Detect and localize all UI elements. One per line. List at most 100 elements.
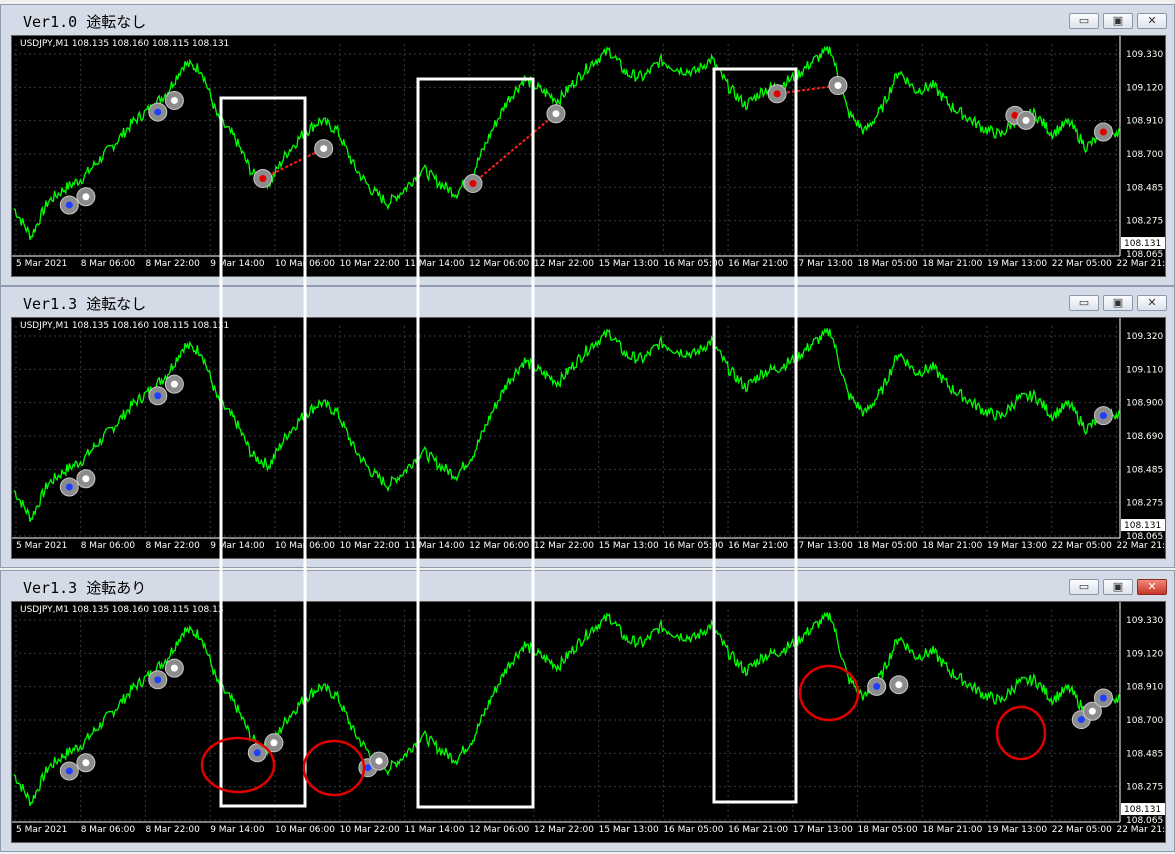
trade-marker-dot: [320, 145, 328, 153]
trade-marker-dot: [170, 96, 178, 104]
time-label: 12 Mar 06:00: [469, 825, 529, 835]
trade-marker-dot: [154, 676, 162, 684]
time-label: 10 Mar 22:00: [340, 259, 400, 269]
time-label: 10 Mar 06:00: [275, 541, 335, 551]
restore-button[interactable]: ▣: [1103, 295, 1133, 311]
price-line: [13, 611, 1121, 807]
trade-marker-dot: [1099, 694, 1107, 702]
time-label: 22 Mar 05:00: [1052, 825, 1112, 835]
trade-marker-dot: [259, 174, 267, 182]
price-label: 108.700: [1126, 150, 1163, 160]
trade-marker-dot: [65, 483, 73, 491]
time-label: 22 Mar 05:00: [1052, 541, 1112, 551]
window-title: Ver1.0 途転なし: [23, 13, 147, 31]
close-button[interactable]: ✕: [1137, 295, 1167, 311]
trade-marker-dot: [154, 108, 162, 116]
price-label: 108.910: [1126, 117, 1163, 127]
time-label: 9 Mar 14:00: [210, 259, 265, 269]
price-label: 109.110: [1126, 365, 1163, 375]
time-label: 9 Mar 14:00: [210, 825, 265, 835]
trade-marker-dot: [82, 193, 90, 201]
time-label: 22 Mar 21:00: [1116, 259, 1166, 269]
time-label: 22 Mar 21:00: [1116, 825, 1166, 835]
price-label: 109.120: [1126, 83, 1163, 93]
price-label: 109.120: [1126, 649, 1163, 659]
trade-marker-dot: [1099, 128, 1107, 136]
time-label: 12 Mar 22:00: [534, 541, 594, 551]
minimize-button[interactable]: ▭: [1069, 295, 1099, 311]
price-chart[interactable]: USDJPY,M1 108.135 108.160 108.115 108.13…: [11, 601, 1166, 843]
price-label: 108.485: [1126, 465, 1163, 475]
close-button[interactable]: ✕: [1137, 579, 1167, 595]
time-label: 11 Mar 14:00: [404, 825, 464, 835]
time-label: 19 Mar 13:00: [987, 825, 1047, 835]
time-label: 18 Mar 05:00: [858, 259, 918, 269]
time-label: 16 Mar 05:00: [663, 259, 723, 269]
time-label: 12 Mar 22:00: [534, 259, 594, 269]
window-ver13-reversal: Ver1.3 途転あり ▭ ▣ ✕ USDJPY,M1 108.135 108.…: [0, 570, 1175, 852]
close-button[interactable]: ✕: [1137, 13, 1167, 29]
chart-canvas: 109.320 109.110 108.900 108.690 108.485 108.2…: [12, 318, 1165, 551]
chart-canvas: 109.330 109.120 108.910 108.700 108.485 108.2…: [12, 36, 1166, 269]
time-label: 9 Mar 14:00: [210, 541, 265, 551]
chart-canvas: 109.330 109.120 108.910 108.700 108.485 108.2…: [12, 602, 1166, 835]
time-label: 18 Mar 21:00: [922, 541, 982, 551]
time-label: 15 Mar 13:00: [599, 825, 659, 835]
trade-marker-dot: [1088, 707, 1096, 715]
time-label: 11 Mar 14:00: [404, 259, 464, 269]
trade-marker-dot: [82, 759, 90, 767]
time-label: 12 Mar 06:00: [469, 541, 529, 551]
price-line: [13, 327, 1121, 523]
trade-marker-dot: [873, 682, 881, 690]
time-label: 8 Mar 06:00: [81, 825, 136, 835]
trade-marker-dot: [170, 664, 178, 672]
trade-marker-dot: [82, 475, 90, 483]
trade-marker-dot: [364, 764, 372, 772]
time-label: 18 Mar 21:00: [922, 825, 982, 835]
restore-button[interactable]: ▣: [1103, 579, 1133, 595]
price-label: 109.320: [1126, 332, 1163, 342]
time-label: 10 Mar 06:00: [275, 825, 335, 835]
time-label: 8 Mar 22:00: [145, 825, 200, 835]
price-label: 108.275: [1126, 783, 1163, 793]
trade-marker-dot: [773, 90, 781, 98]
window-title: Ver1.3 途転あり: [23, 579, 147, 597]
window-title: Ver1.3 途転なし: [23, 295, 147, 313]
trade-marker-dot: [65, 201, 73, 209]
time-label: 5 Mar 2021: [16, 259, 67, 269]
time-label: 12 Mar 22:00: [534, 825, 594, 835]
time-label: 19 Mar 13:00: [987, 541, 1047, 551]
time-label: 8 Mar 22:00: [145, 259, 200, 269]
window-ver10: Ver1.0 途転なし ▭ ▣ ✕ USDJPY,M1 108.135 108.…: [0, 4, 1175, 286]
time-label: 18 Mar 21:00: [922, 259, 982, 269]
trade-marker-dot: [1099, 412, 1107, 420]
titlebar: Ver1.3 途転なし ▭ ▣ ✕: [1, 287, 1174, 317]
trade-marker-dot: [170, 380, 178, 388]
price-label: 108.900: [1126, 399, 1163, 409]
trade-line: [472, 112, 557, 185]
time-label: 10 Mar 22:00: [340, 825, 400, 835]
time-label: 19 Mar 13:00: [987, 259, 1047, 269]
minimize-button[interactable]: ▭: [1069, 13, 1099, 29]
trade-marker-dot: [469, 179, 477, 187]
trade-marker-dot: [253, 749, 261, 757]
time-label: 16 Mar 21:00: [728, 825, 788, 835]
minimize-button[interactable]: ▭: [1069, 579, 1099, 595]
time-label: 16 Mar 05:00: [663, 825, 723, 835]
trade-marker-dot: [1022, 116, 1030, 124]
current-price-label: 108.131: [1124, 521, 1161, 531]
trade-marker-dot: [834, 82, 842, 90]
price-chart[interactable]: USDJPY,M1 108.135 108.160 108.115 108.13…: [11, 317, 1166, 559]
trade-marker-dot: [895, 681, 903, 689]
trade-marker-dot: [375, 757, 383, 765]
trade-marker-dot: [154, 392, 162, 400]
price-label: 109.330: [1126, 616, 1163, 626]
price-label: 108.485: [1126, 183, 1163, 193]
trade-marker-dot: [270, 739, 278, 747]
time-label: 15 Mar 13:00: [599, 259, 659, 269]
restore-button[interactable]: ▣: [1103, 13, 1133, 29]
time-label: 17 Mar 13:00: [793, 825, 853, 835]
price-chart[interactable]: USDJPY,M1 108.135 108.160 108.115 108.13…: [11, 35, 1166, 277]
time-label: 22 Mar 05:00: [1052, 259, 1112, 269]
price-label: 108.485: [1126, 749, 1163, 759]
